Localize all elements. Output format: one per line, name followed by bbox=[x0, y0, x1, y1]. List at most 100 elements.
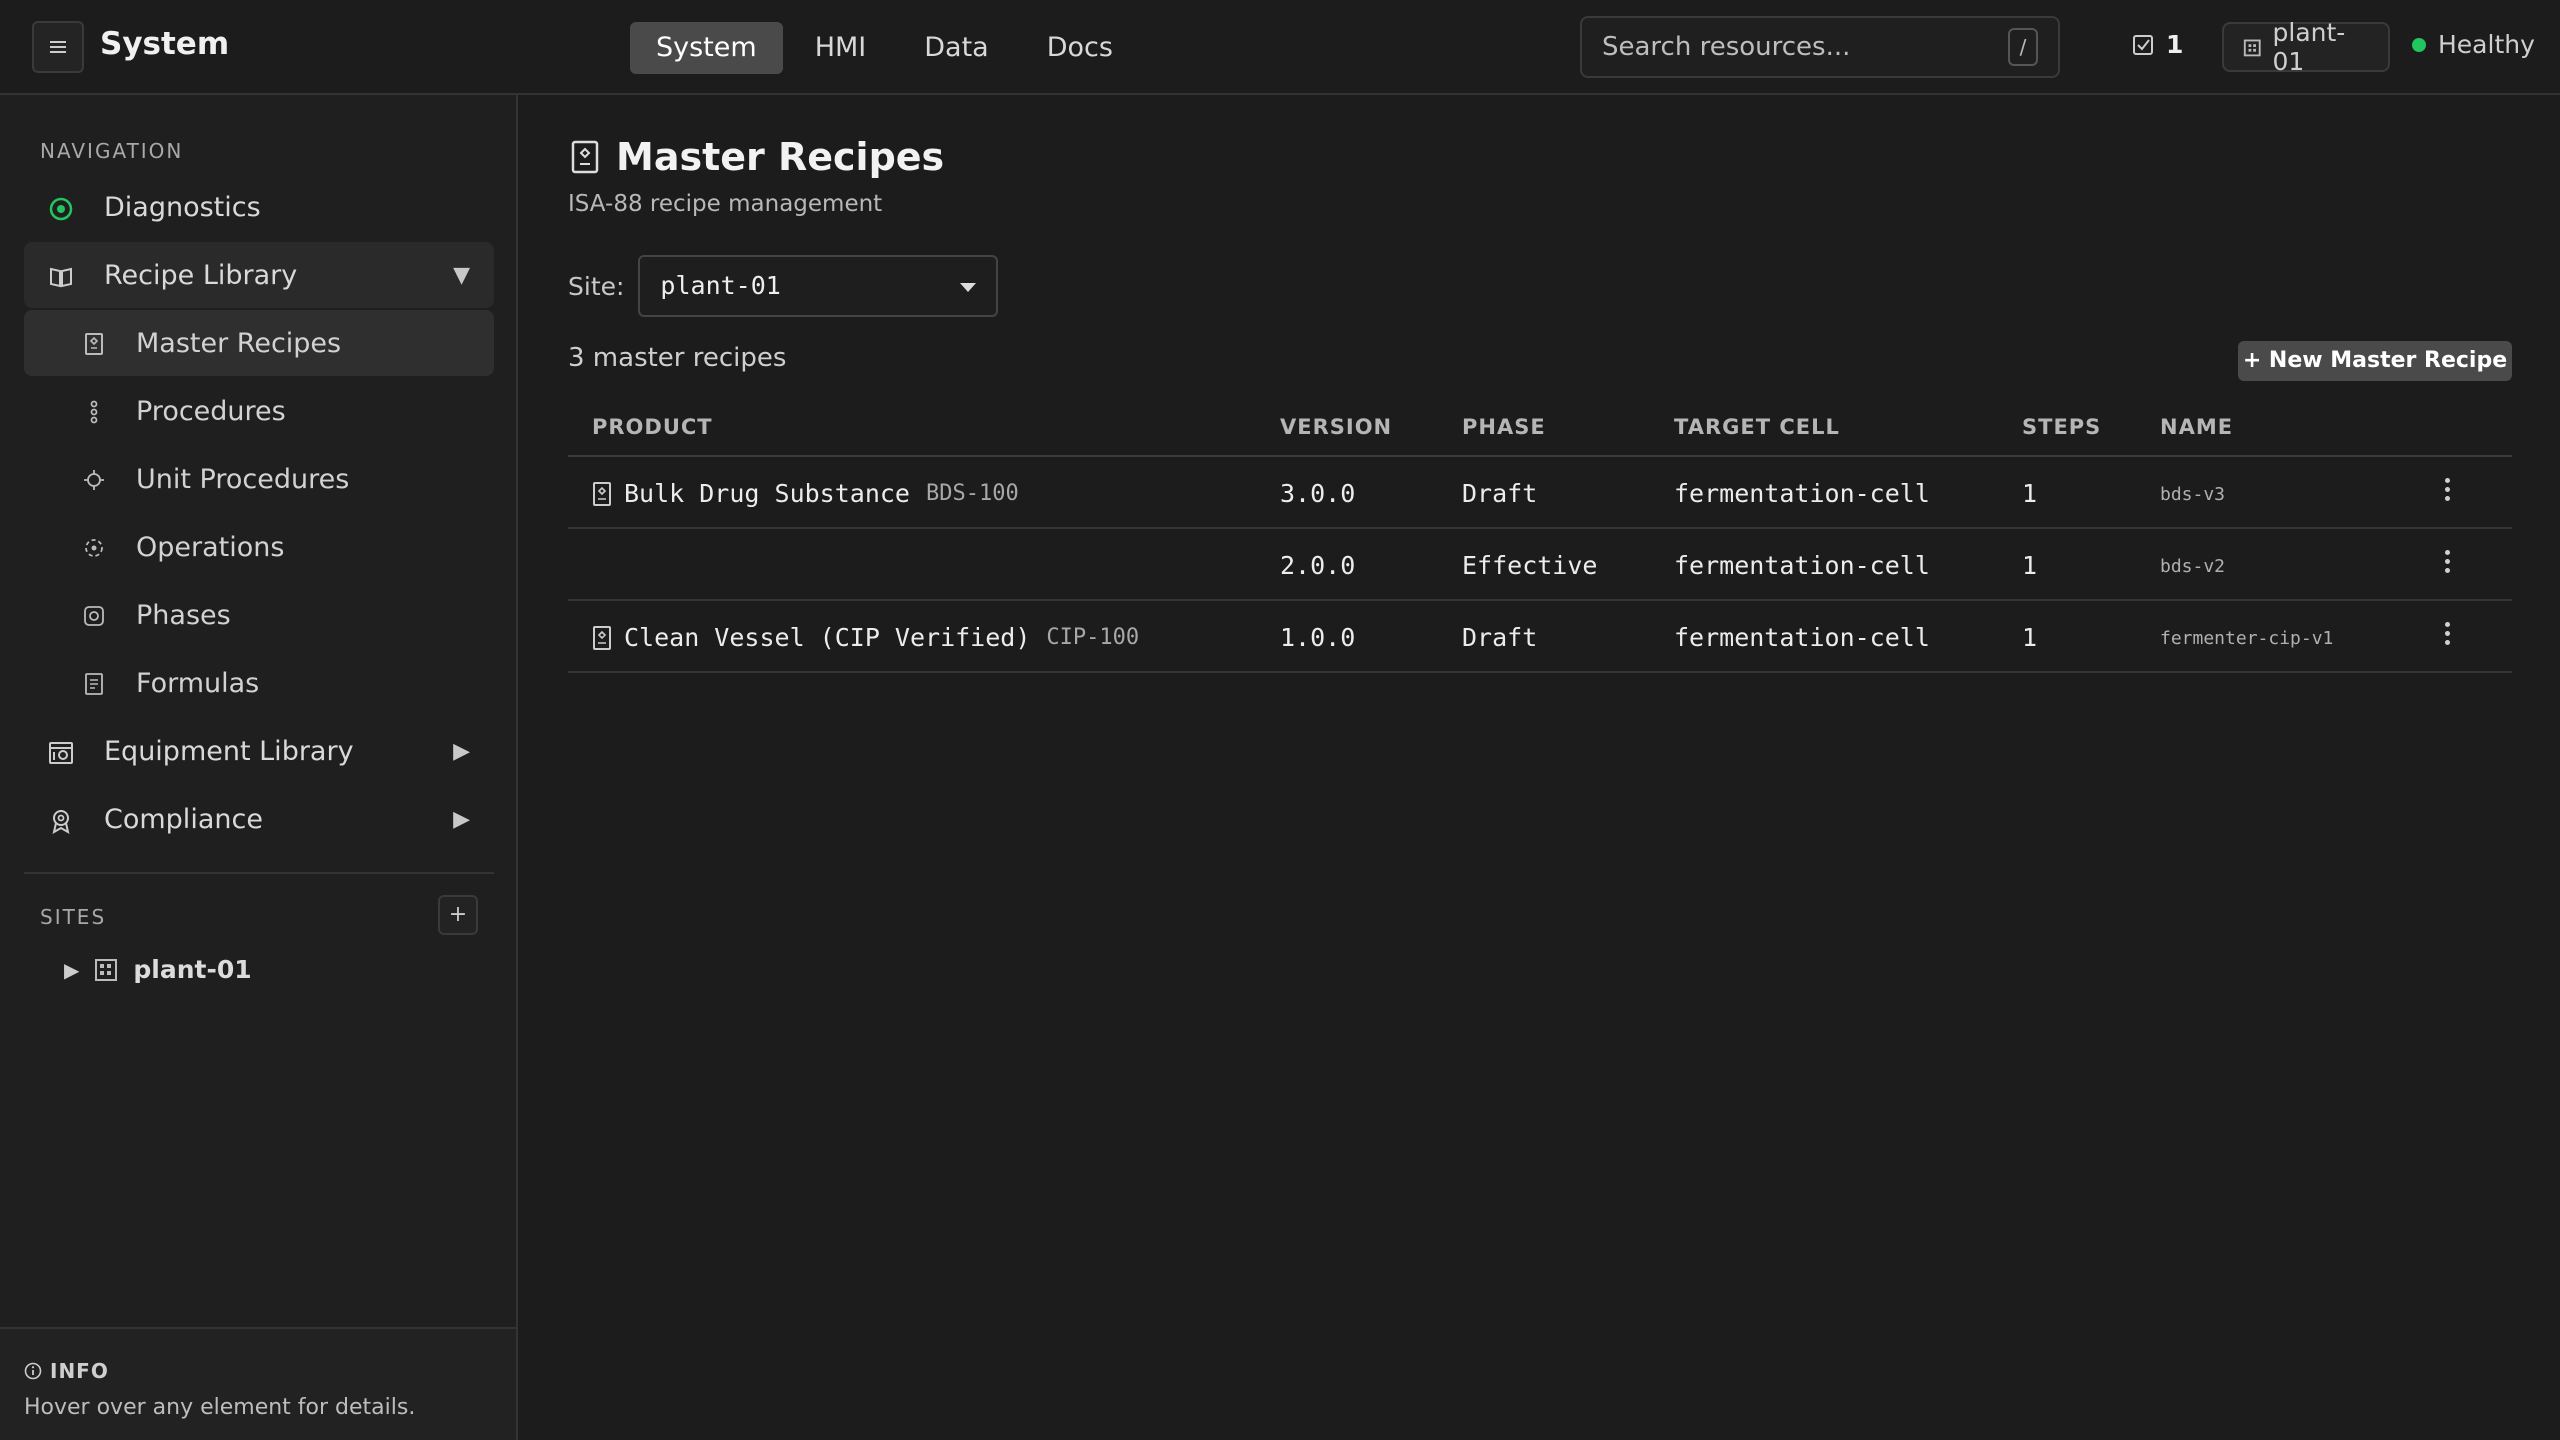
unit-procedure-icon bbox=[84, 470, 104, 490]
site-filter: Site: plant-01 bbox=[568, 255, 999, 317]
sidebar-divider bbox=[24, 872, 494, 874]
phase-cell: Effective bbox=[1462, 551, 1598, 580]
caret-down-icon[interactable]: ▼ bbox=[453, 263, 470, 288]
building-icon bbox=[95, 958, 118, 981]
sidebar-item-procedures[interactable]: Procedures bbox=[24, 378, 494, 444]
row-menu-icon[interactable] bbox=[2440, 547, 2454, 583]
tab-docs[interactable]: Docs bbox=[1021, 22, 1139, 74]
column-header-steps[interactable]: STEPS bbox=[2022, 415, 2101, 439]
top-bar: System System HMI Data Docs / 1 plant-01… bbox=[0, 0, 2560, 95]
product-code: BDS-100 bbox=[925, 481, 1019, 506]
search-shortcut-hint: / bbox=[2008, 28, 2038, 66]
badge-icon bbox=[52, 810, 70, 834]
search-input[interactable] bbox=[1602, 32, 2008, 62]
sidebar-item-formulas[interactable]: Formulas bbox=[24, 650, 494, 716]
health-status: Healthy bbox=[2412, 30, 2535, 59]
target-cell-cell: fermentation-cell bbox=[1674, 479, 1930, 508]
name-cell: bds-v3 bbox=[2160, 484, 2226, 505]
search-box: / bbox=[1580, 16, 2060, 78]
recipe-count: 3 master recipes bbox=[568, 343, 787, 373]
target-cell-cell: fermentation-cell bbox=[1674, 623, 1930, 652]
navigation-section-label: NAVIGATION bbox=[40, 139, 184, 163]
row-menu-icon[interactable] bbox=[2440, 619, 2454, 655]
target-cell-cell: fermentation-cell bbox=[1674, 551, 1930, 580]
table-row[interactable]: Bulk Drug Substance BDS-100 3.0.0 Draft … bbox=[568, 457, 2512, 529]
master-recipes-table: PRODUCT VERSION PHASE TARGET CELL STEPS … bbox=[568, 397, 2512, 673]
column-header-version[interactable]: VERSION bbox=[1280, 415, 1392, 439]
column-header-target-cell[interactable]: TARGET CELL bbox=[1674, 415, 1840, 439]
steps-cell: 1 bbox=[2022, 623, 2038, 652]
new-master-recipe-button[interactable]: + New Master Recipe bbox=[2238, 341, 2512, 381]
name-cell: fermenter-cip-v1 bbox=[2160, 628, 2334, 649]
sidebar-item-label: Formulas bbox=[136, 667, 260, 699]
site-select-value: plant-01 bbox=[660, 271, 781, 300]
version-cell: 2.0.0 bbox=[1280, 551, 1356, 580]
info-title: INFO bbox=[24, 1359, 109, 1383]
tasks-indicator[interactable]: 1 bbox=[2132, 30, 2183, 59]
phase-cell: Draft bbox=[1462, 623, 1538, 652]
table-row[interactable]: 2.0.0 Effective fermentation-cell 1 bds-… bbox=[568, 529, 2512, 601]
sidebar-item-label: Procedures bbox=[136, 395, 286, 427]
site-select[interactable]: plant-01 bbox=[638, 255, 999, 317]
recipe-icon bbox=[593, 481, 611, 506]
sidebar-item-label: Master Recipes bbox=[136, 327, 342, 359]
caret-right-icon[interactable]: ▶ bbox=[453, 807, 470, 832]
top-tabs: System HMI Data Docs bbox=[630, 22, 1139, 74]
version-cell: 1.0.0 bbox=[1280, 623, 1356, 652]
tab-system[interactable]: System bbox=[630, 22, 783, 74]
sites-section-label: SITES bbox=[40, 905, 107, 929]
site-chip-label: plant-01 bbox=[2272, 18, 2346, 76]
column-header-product[interactable]: PRODUCT bbox=[592, 415, 713, 439]
steps-cell: 1 bbox=[2022, 551, 2038, 580]
sidebar-item-master-recipes[interactable]: Master Recipes bbox=[24, 310, 494, 376]
menu-toggle-button[interactable] bbox=[32, 21, 84, 73]
sidebar-item-recipe-library[interactable]: Recipe Library ▼ bbox=[24, 242, 494, 308]
sidebar-item-equipment-library[interactable]: Equipment Library ▶ bbox=[24, 718, 494, 784]
product-name: Clean Vessel (CIP Verified) bbox=[624, 623, 1031, 652]
sidebar-item-diagnostics[interactable]: Diagnostics bbox=[24, 174, 494, 240]
sidebar-item-label: Phases bbox=[136, 599, 231, 631]
operation-icon bbox=[85, 539, 103, 557]
column-header-phase[interactable]: PHASE bbox=[1462, 415, 1546, 439]
caret-right-icon[interactable]: ▶ bbox=[453, 739, 470, 764]
product-cell: Clean Vessel (CIP Verified) CIP-100 bbox=[592, 623, 1139, 652]
sidebar-item-compliance[interactable]: Compliance ▶ bbox=[24, 786, 494, 852]
procedure-icon bbox=[90, 400, 98, 424]
recipe-icon bbox=[571, 140, 599, 174]
column-header-name[interactable]: NAME bbox=[2160, 415, 2233, 439]
sidebar-item-label: Operations bbox=[136, 531, 285, 563]
version-cell: 3.0.0 bbox=[1280, 479, 1356, 508]
health-label: Healthy bbox=[2438, 30, 2535, 59]
sidebar-item-label: Recipe Library bbox=[104, 259, 298, 291]
site-selector-chip[interactable]: plant-01 bbox=[2222, 18, 2390, 76]
tab-data[interactable]: Data bbox=[898, 22, 1014, 74]
info-title-label: INFO bbox=[50, 1359, 109, 1383]
table-row[interactable]: Clean Vessel (CIP Verified) CIP-100 1.0.… bbox=[568, 601, 2512, 673]
tab-hmi[interactable]: HMI bbox=[789, 22, 893, 74]
app-title: System bbox=[100, 26, 230, 62]
product-cell: Bulk Drug Substance BDS-100 bbox=[592, 479, 1019, 508]
add-site-button[interactable]: + bbox=[438, 895, 478, 935]
sidebar-item-label: Equipment Library bbox=[104, 735, 354, 767]
equipment-icon bbox=[49, 742, 73, 764]
sidebar-item-label: Compliance bbox=[104, 803, 263, 835]
sidebar-item-operations[interactable]: Operations bbox=[24, 514, 494, 580]
name-cell: bds-v2 bbox=[2160, 556, 2226, 577]
page-header: Master Recipes bbox=[570, 135, 944, 179]
sidebar-item-unit-procedures[interactable]: Unit Procedures bbox=[24, 446, 494, 512]
health-dot-icon bbox=[2412, 37, 2426, 52]
recipe-icon bbox=[593, 625, 611, 650]
phase-icon bbox=[84, 606, 104, 626]
row-menu-icon[interactable] bbox=[2440, 475, 2454, 511]
site-label: plant-01 bbox=[133, 955, 252, 984]
sidebar-item-phases[interactable]: Phases bbox=[24, 582, 494, 648]
site-tree-item-plant-01[interactable]: ▶ plant-01 bbox=[64, 955, 252, 984]
info-panel: INFO Hover over any element for details. bbox=[0, 1327, 516, 1440]
formula-icon bbox=[85, 673, 103, 695]
site-filter-label: Site: bbox=[568, 271, 625, 301]
sidebar-item-label: Unit Procedures bbox=[136, 463, 350, 495]
recipe-icon bbox=[85, 333, 103, 355]
caret-right-icon[interactable]: ▶ bbox=[64, 958, 79, 982]
page-subtitle: ISA-88 recipe management bbox=[568, 191, 883, 217]
product-name: Bulk Drug Substance bbox=[624, 479, 910, 508]
